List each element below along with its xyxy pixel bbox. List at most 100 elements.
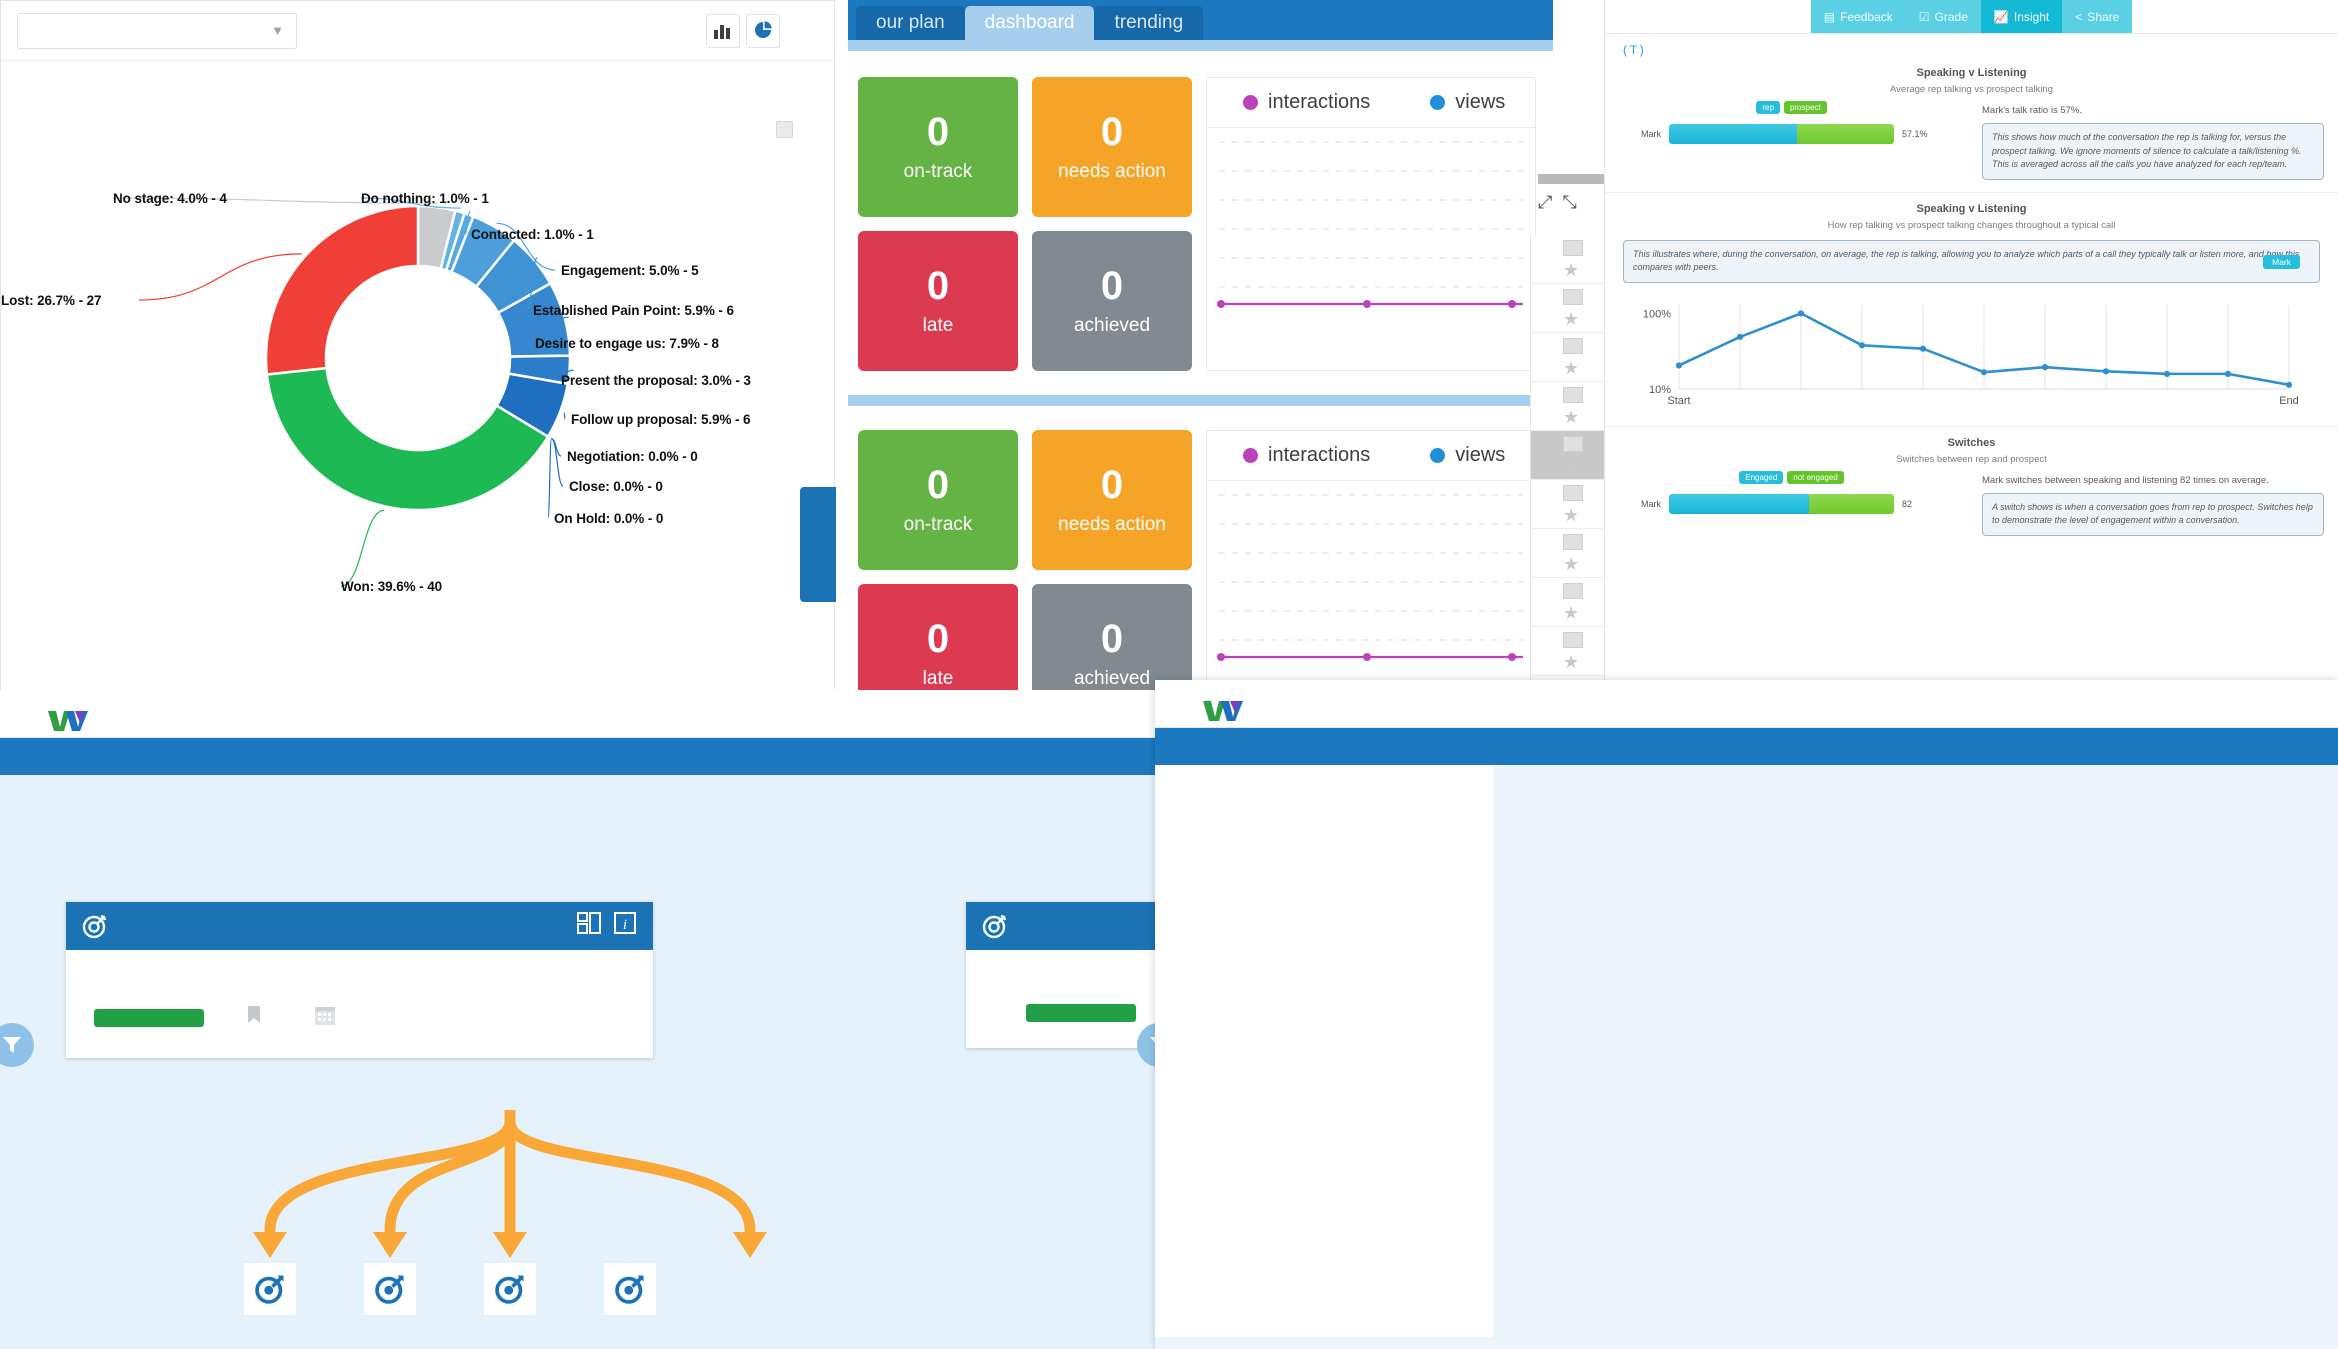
chart-legend: interactions views	[1207, 78, 1535, 128]
filter-funnel-icon-left[interactable]	[0, 1023, 34, 1067]
tile-value: 0	[926, 263, 950, 308]
plan-tab-dashboard[interactable]: dashboard	[964, 6, 1095, 40]
section-subtitle: Average rep talking vs prospect talking	[1890, 84, 2053, 95]
legend-item[interactable]: views	[1430, 444, 1505, 467]
star-icon[interactable]: ★	[1563, 652, 1579, 673]
user-filter-select[interactable]: ▼	[17, 12, 297, 49]
share-icon: <	[2075, 9, 2083, 24]
insight-tab-grade[interactable]: ☑ Grade	[1905, 0, 1981, 33]
layout-icon[interactable]	[576, 910, 602, 943]
donut-slice-label: Established Pain Point: 5.9% - 6	[533, 303, 734, 318]
child-goal-4[interactable]	[604, 1263, 656, 1315]
child-goal-1[interactable]	[244, 1263, 296, 1315]
star-icon[interactable]: ★	[1563, 456, 1579, 477]
grid-icon[interactable]	[1563, 632, 1583, 648]
insight-tab-label: Insight	[2013, 9, 2050, 24]
target-icon	[82, 914, 107, 939]
tabbar-underline	[848, 40, 1553, 51]
status-tile-column-left: 0 on-track 0 late	[858, 77, 1018, 371]
bar-value: 57.1%	[1902, 129, 1928, 139]
strategy-subtabbar	[0, 738, 1160, 775]
crm-deals-panel: ▼ No stage: 4.0% - 4 Do nothing: 1.0% - 1…	[0, 0, 835, 695]
tile-value: 0	[1100, 263, 1124, 308]
insight-section-switches: Switches Switches between rep and prospec…	[1605, 425, 2338, 548]
legend-dot	[1243, 448, 1258, 463]
insight-tab-insight[interactable]: 📈 Insight	[1980, 0, 2063, 33]
tile-value: 0	[1100, 616, 1124, 661]
child-goal-3[interactable]	[484, 1263, 536, 1315]
tile-label: on-track	[903, 160, 973, 182]
donut-slice-label: Desire to engage us: 7.9% - 8	[535, 336, 719, 351]
app-tabbar	[0, 690, 1160, 738]
status-tile-late[interactable]: 0 late	[858, 231, 1018, 371]
plan-tab-our-plan[interactable]: our plan	[856, 6, 965, 40]
bar-label: Mark	[1641, 129, 1661, 139]
target-icon	[982, 914, 1007, 939]
legend-pill: prospect	[1783, 101, 1827, 114]
grid-icon[interactable]	[1563, 387, 1583, 403]
section-title: Speaking v Listening	[1916, 67, 2027, 79]
star-icon[interactable]: ★	[1563, 505, 1579, 526]
child-goal-2[interactable]	[364, 1263, 416, 1315]
ratio-bar	[1669, 124, 1894, 144]
section-subtitle: Switches between rep and prospect	[1896, 453, 2047, 465]
section-note: This shows how much of the conversation …	[1982, 123, 2324, 180]
star-icon[interactable]: ★	[1563, 603, 1579, 624]
tile-value: 0	[1100, 109, 1124, 154]
star-icon[interactable]: ★	[1563, 407, 1579, 428]
grid-icon[interactable]	[1563, 338, 1583, 354]
insight-tab-feedback[interactable]: ▤ Feedback	[1810, 0, 1906, 33]
goal-card-ideal-clients[interactable]: i	[66, 902, 653, 1058]
pie-chart-icon[interactable]	[746, 13, 780, 48]
chart-legend-2: interactions views	[1207, 431, 1535, 481]
section-title: Speaking v Listening	[1916, 202, 2027, 215]
conversation-insight-panel: ▤ Feedback ☑ Grade 📈 Insight < Share ( T ) Spea…	[1604, 0, 2338, 700]
plan-tabbar: our plan dashboard trending	[848, 0, 1553, 40]
legend-item[interactable]: views	[1430, 91, 1505, 114]
status-tile-on-track[interactable]: 0 on-track	[858, 77, 1018, 217]
tile-value: 0	[926, 462, 950, 507]
grid-icon[interactable]	[1563, 485, 1583, 501]
star-icon[interactable]: ★	[1563, 554, 1579, 575]
donut-slice-label: Follow up proposal: 5.9% - 6	[571, 412, 751, 427]
status-tile-on-track[interactable]: 0 on-track	[858, 430, 1018, 570]
star-icon[interactable]: ★	[1563, 260, 1579, 281]
plan-dashboard-top: 0 on-track 0 late 0 needs action 0 achieved in…	[848, 51, 1553, 371]
transcript-link[interactable]: ( T )	[1623, 45, 1644, 57]
legend-label: interactions	[1268, 444, 1371, 466]
status-tile-needs-action[interactable]: 0 needs action	[1032, 77, 1192, 217]
plan-tab-trending[interactable]: trending	[1094, 6, 1204, 40]
star-icon[interactable]: ★	[1563, 358, 1579, 379]
mark-tag: Mark	[2263, 254, 2300, 269]
section-subtitle: How rep talking vs prospect talking chan…	[1827, 219, 2116, 231]
brand-logo[interactable]	[14, 709, 119, 737]
insight-tabbar: ▤ Feedback ☑ Grade 📈 Insight < Share	[1605, 0, 2338, 33]
svg-text:End: End	[2279, 395, 2299, 407]
brand-logo-2[interactable]	[1169, 699, 1274, 727]
status-tile-achieved[interactable]: 0 achieved	[1032, 231, 1192, 371]
legend-item[interactable]: interactions	[1243, 444, 1370, 467]
donut-slice-label: Lost: 26.7% - 27	[1, 293, 102, 308]
info-icon[interactable]: i	[613, 910, 637, 943]
tile-label: on-track	[903, 513, 973, 535]
status-tile-needs-action[interactable]: 0 needs action	[1032, 430, 1192, 570]
section-summary: Mark switches between speaking and liste…	[1982, 474, 2269, 486]
grid-icon[interactable]	[1563, 289, 1583, 305]
bar-chart-icon[interactable]	[706, 13, 740, 48]
grid-icon[interactable]	[1563, 583, 1583, 599]
grid-icon[interactable]	[1563, 240, 1583, 256]
grid-icon[interactable]	[1563, 436, 1583, 452]
insight-tab-share[interactable]: < Share	[2062, 0, 2133, 33]
legend-item[interactable]: interactions	[1243, 91, 1370, 114]
grid-icon[interactable]	[1563, 534, 1583, 550]
goal-status-badge[interactable]	[94, 1009, 204, 1027]
svg-text:100%: 100%	[1643, 308, 1671, 320]
goal-status-badge-2[interactable]	[1026, 1004, 1136, 1022]
insight-section-speaking-v-listening: Speaking v Listening How rep talking vs p…	[1605, 191, 2338, 426]
workspace-workboards-panel	[1155, 680, 2338, 1349]
star-icon[interactable]: ★	[1563, 309, 1579, 330]
tile-label: needs action	[1058, 160, 1166, 182]
tile-label: late	[922, 667, 954, 689]
support-tab[interactable]	[800, 487, 836, 602]
legend-pill: Engaged	[1739, 470, 1784, 484]
